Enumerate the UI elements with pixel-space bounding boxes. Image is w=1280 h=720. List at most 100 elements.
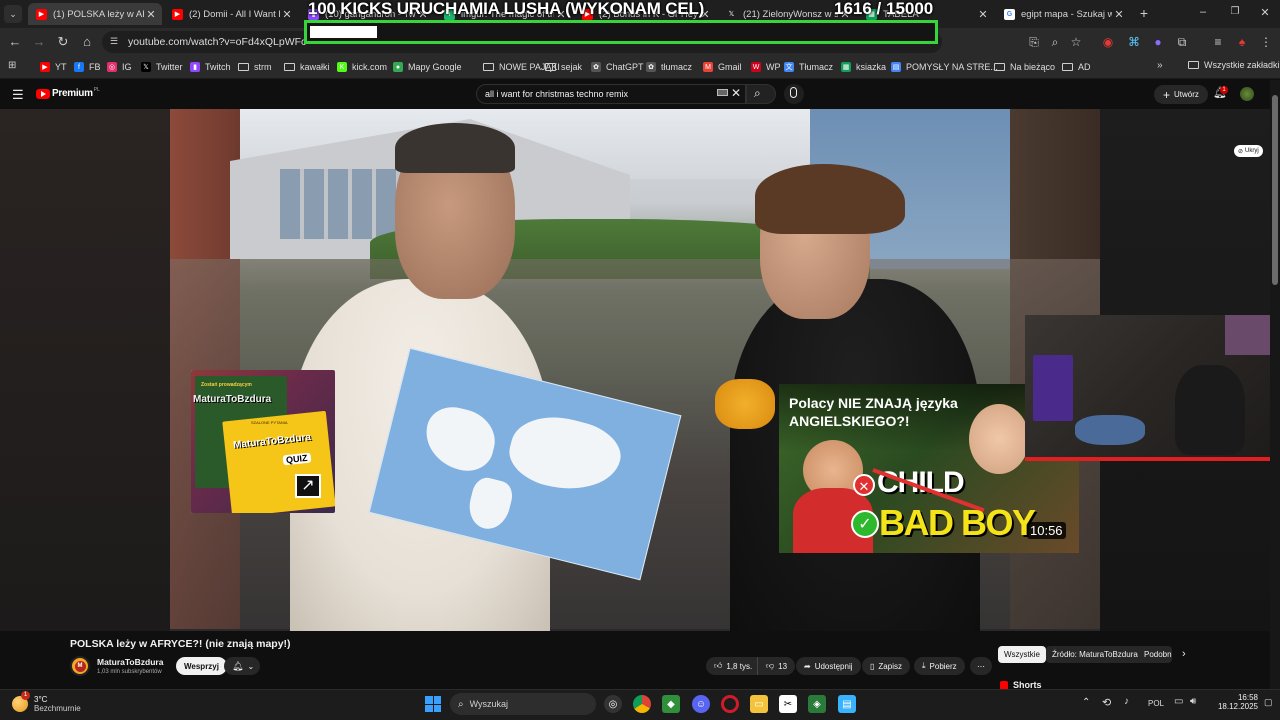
obs-icon[interactable]: ◎	[604, 695, 622, 713]
bookmark-item[interactable]: Kkick.com	[337, 60, 387, 74]
support-button[interactable]: Wesprzyj	[176, 657, 227, 675]
search-button[interactable]	[746, 84, 776, 104]
hamburger-menu-icon[interactable]: ☰	[12, 87, 24, 103]
bookmark-item[interactable]: ▤ POMYSŁY NA STRE...	[891, 60, 998, 74]
notifications-toggle[interactable]: 🔔︎ ⌄	[224, 657, 260, 675]
all-bookmarks-button[interactable]: Wszystkie zakładki	[1188, 60, 1280, 70]
bookmark-item[interactable]: ● Mapy Google	[393, 60, 462, 74]
bookmark-label: kick.com	[352, 62, 388, 72]
account-avatar[interactable]	[1240, 87, 1254, 101]
discord-icon[interactable]: ☺	[692, 695, 710, 713]
start-button[interactable]	[425, 696, 441, 712]
chip-source[interactable]: Źródło: MaturaToBzdura	[1046, 646, 1144, 663]
bookmark-item[interactable]: 文 Tłumacz	[784, 60, 833, 74]
bookmark-item[interactable]: ✿ tłumacz	[646, 60, 692, 74]
taskbar-search[interactable]: ⌕ Wyszukaj	[450, 693, 596, 715]
bookmark-item[interactable]: W WP	[751, 60, 781, 74]
chrome-icon[interactable]	[633, 695, 651, 713]
tab-music[interactable]: ▶ (2) Domii - All I Want For ✕	[164, 3, 298, 25]
reading-list-icon[interactable]: ≡	[1210, 34, 1226, 50]
bookmark-item[interactable]: sejak	[545, 60, 582, 74]
extensions-puzzle-icon[interactable]: ⧉	[1174, 34, 1190, 50]
chip-similar[interactable]: Podobne	[1138, 646, 1172, 663]
dislike-count: 13	[778, 661, 788, 671]
more-actions-button[interactable]: ⋯	[970, 657, 992, 675]
url-text[interactable]: youtube.com/watch?v=oFd4xQLpWFc	[128, 36, 306, 48]
channel-name[interactable]: MaturaToBzdura	[97, 657, 163, 667]
chip-all[interactable]: Wszystkie	[998, 646, 1046, 663]
language-indicator[interactable]: POL	[1148, 699, 1164, 708]
brave-icon[interactable]: ◆	[662, 695, 680, 713]
scrollbar-thumb[interactable]	[1272, 95, 1278, 285]
tab-google[interactable]: G egipt mapa - Szukaj w Go ✕	[996, 3, 1130, 25]
site-info-icon[interactable]: ☰	[110, 36, 122, 48]
close-tab-icon[interactable]: ✕	[1112, 8, 1126, 21]
hide-endscreen-button[interactable]: ⊘ Ukryj	[1234, 145, 1263, 157]
channel-avatar[interactable]: M	[70, 656, 90, 676]
video-player[interactable]: ⊘ Ukryj Zostań prowadzącym MaturaToBzdur…	[0, 109, 1270, 631]
close-window-button[interactable]: ✕	[1258, 6, 1272, 20]
notepad-icon[interactable]: ▤	[838, 695, 856, 713]
clear-search-icon[interactable]: ✕	[731, 86, 741, 100]
chips-next-icon[interactable]: ›	[1182, 648, 1186, 660]
zoom-icon[interactable]: ⌕	[1047, 34, 1063, 50]
clock[interactable]: 16:58 18.12.2025	[1214, 693, 1258, 711]
record-extension-icon[interactable]: ◉	[1100, 34, 1116, 50]
bookmark-item[interactable]: ▶ YT	[40, 60, 67, 74]
app-icon[interactable]: ◈	[808, 695, 826, 713]
bookmark-item[interactable]: AD	[1062, 60, 1091, 74]
close-tab-icon[interactable]: ✕	[280, 8, 294, 21]
search-query[interactable]: all i want for christmas techno remix	[485, 89, 628, 99]
minimize-button[interactable]: –	[1196, 6, 1210, 20]
dislike-button[interactable]: 👎︎ 13	[757, 657, 796, 675]
share-button[interactable]: ➦ Udostępnij	[796, 657, 861, 675]
profile-avatar[interactable]: ♠	[1234, 34, 1250, 50]
file-explorer-icon[interactable]: ▭	[750, 695, 768, 713]
extension-icon[interactable]: ●	[1150, 34, 1166, 50]
bookmark-label: kawałki	[300, 62, 330, 72]
external-link-icon[interactable]: ↗	[295, 474, 321, 498]
bookmark-item[interactable]: strm	[238, 60, 272, 74]
microphone-tray-icon[interactable]: ♪	[1124, 696, 1129, 707]
bookmark-item[interactable]: M Gmail	[703, 60, 742, 74]
close-tab-icon[interactable]: ✕	[144, 8, 158, 21]
bookmark-star-icon[interactable]: ☆	[1068, 34, 1084, 50]
back-button[interactable]: ←	[6, 33, 24, 51]
reload-button[interactable]: ↻	[54, 33, 72, 51]
create-button[interactable]: + Utwórz	[1154, 85, 1208, 104]
endscreen-link-card[interactable]: Zostań prowadzącym MaturaToBzdura SZALON…	[191, 370, 335, 513]
save-button[interactable]: ▯ Zapisz	[862, 657, 910, 675]
opera-icon[interactable]	[721, 695, 739, 713]
show-hidden-icons[interactable]: ⌃	[1082, 697, 1090, 708]
maximize-button[interactable]: ❐	[1228, 6, 1242, 20]
bookmark-item[interactable]: ◎ IG	[107, 60, 132, 74]
forward-button[interactable]: →	[30, 33, 48, 51]
extension-icon[interactable]: ⌘	[1126, 34, 1142, 50]
volume-icon[interactable]: 🔊︎	[1190, 696, 1196, 707]
tab-search-button[interactable]: ⌄	[4, 5, 22, 23]
bookmark-item[interactable]: ▮ Twitch	[190, 60, 231, 74]
more-bookmarks-icon[interactable]: »	[1157, 60, 1163, 71]
install-app-icon[interactable]: ⎘	[1026, 34, 1042, 50]
home-button[interactable]: ⌂	[78, 33, 96, 51]
browser-menu-icon[interactable]: ⋮	[1258, 34, 1274, 50]
youtube-logo[interactable]: Premium PL	[36, 87, 100, 99]
sync-icon[interactable]: ⟲	[1102, 696, 1111, 709]
bookmark-item[interactable]: ✿ ChatGPT	[591, 60, 644, 74]
apps-grid-icon[interactable]: ⊞	[8, 60, 19, 71]
tab-active-video[interactable]: ▶ (1) POLSKA leży w AFRYCE ✕	[28, 3, 162, 25]
download-button[interactable]: ⤓ Pobierz	[914, 657, 965, 675]
like-button[interactable]: 👍︎ 1,8 tys.	[706, 657, 759, 675]
bookmark-item[interactable]: ▦ ksiazka	[841, 60, 886, 74]
capcut-icon[interactable]: ✂	[779, 695, 797, 713]
new-tab-button[interactable]: +	[1136, 5, 1152, 21]
notification-center-icon[interactable]: ▢	[1264, 697, 1273, 708]
bookmark-item[interactable]: 𝕏 Twitter	[141, 60, 183, 74]
close-tab-icon[interactable]: ✕	[976, 8, 990, 21]
bookmark-item[interactable]: Na bieżąco	[994, 60, 1055, 74]
x-icon: 𝕏	[728, 11, 735, 18]
bookmark-item[interactable]: f FB	[74, 60, 101, 74]
keyboard-icon[interactable]	[717, 89, 728, 96]
network-icon[interactable]: ▭	[1174, 696, 1183, 707]
bookmark-item[interactable]: kawałki	[284, 60, 330, 74]
